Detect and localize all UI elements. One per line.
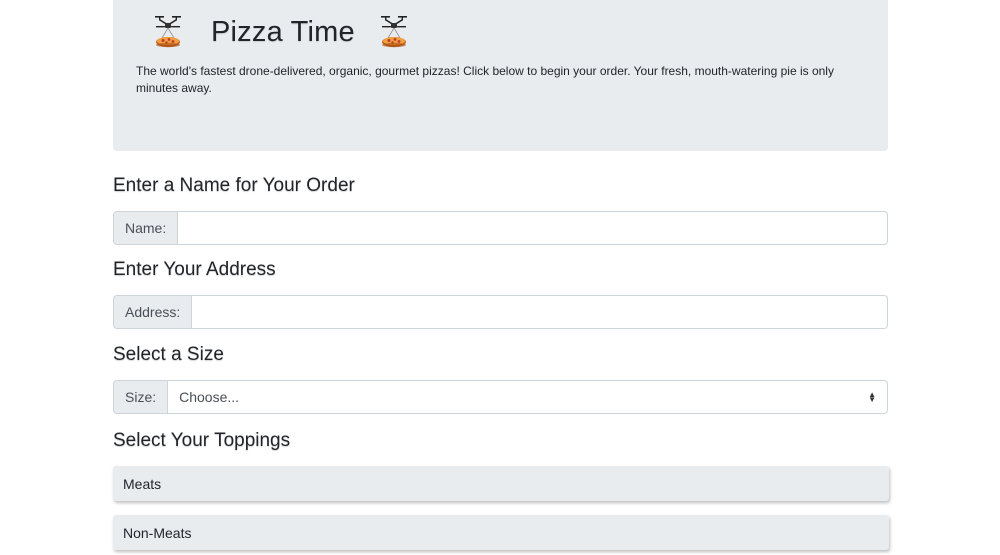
toppings-group-non-meats[interactable]: Non-Meats [113,515,889,550]
name-label: Name: [113,211,179,245]
select-arrows-icon: ▲ ▼ [868,390,876,404]
drone-pizza-icon [380,15,408,49]
name-section-heading: Enter a Name for Your Order [113,175,355,196]
main-container: Pizza Time The world's fastest drone-del… [113,0,889,550]
toppings-group-label: Non-Meats [123,524,192,541]
size-input-group: Size: Choose... ▲ ▼ [113,380,888,414]
page-title: Pizza Time [211,15,355,48]
size-select[interactable]: Choose... ▲ ▼ [168,380,888,414]
toppings-group-meats[interactable]: Meats [113,466,889,501]
name-input[interactable] [178,211,888,245]
tagline: The world's fastest drone-delivered, org… [136,64,834,95]
name-input-group: Name: [113,211,888,245]
size-select-value: Choose... [179,389,240,405]
toppings-section-heading: Select Your Toppings [113,430,291,451]
size-section-heading: Select a Size [113,344,224,365]
hero-banner: Pizza Time The world's fastest drone-del… [113,0,888,151]
title-row: Pizza Time [153,12,409,52]
address-label: Address: [113,295,193,329]
address-input-group: Address: [113,295,888,329]
address-section-heading: Enter Your Address [113,259,276,280]
address-input[interactable] [192,295,888,329]
size-label: Size: [113,380,169,414]
drone-pizza-icon [154,15,182,49]
toppings-group-label: Meats [123,475,162,492]
